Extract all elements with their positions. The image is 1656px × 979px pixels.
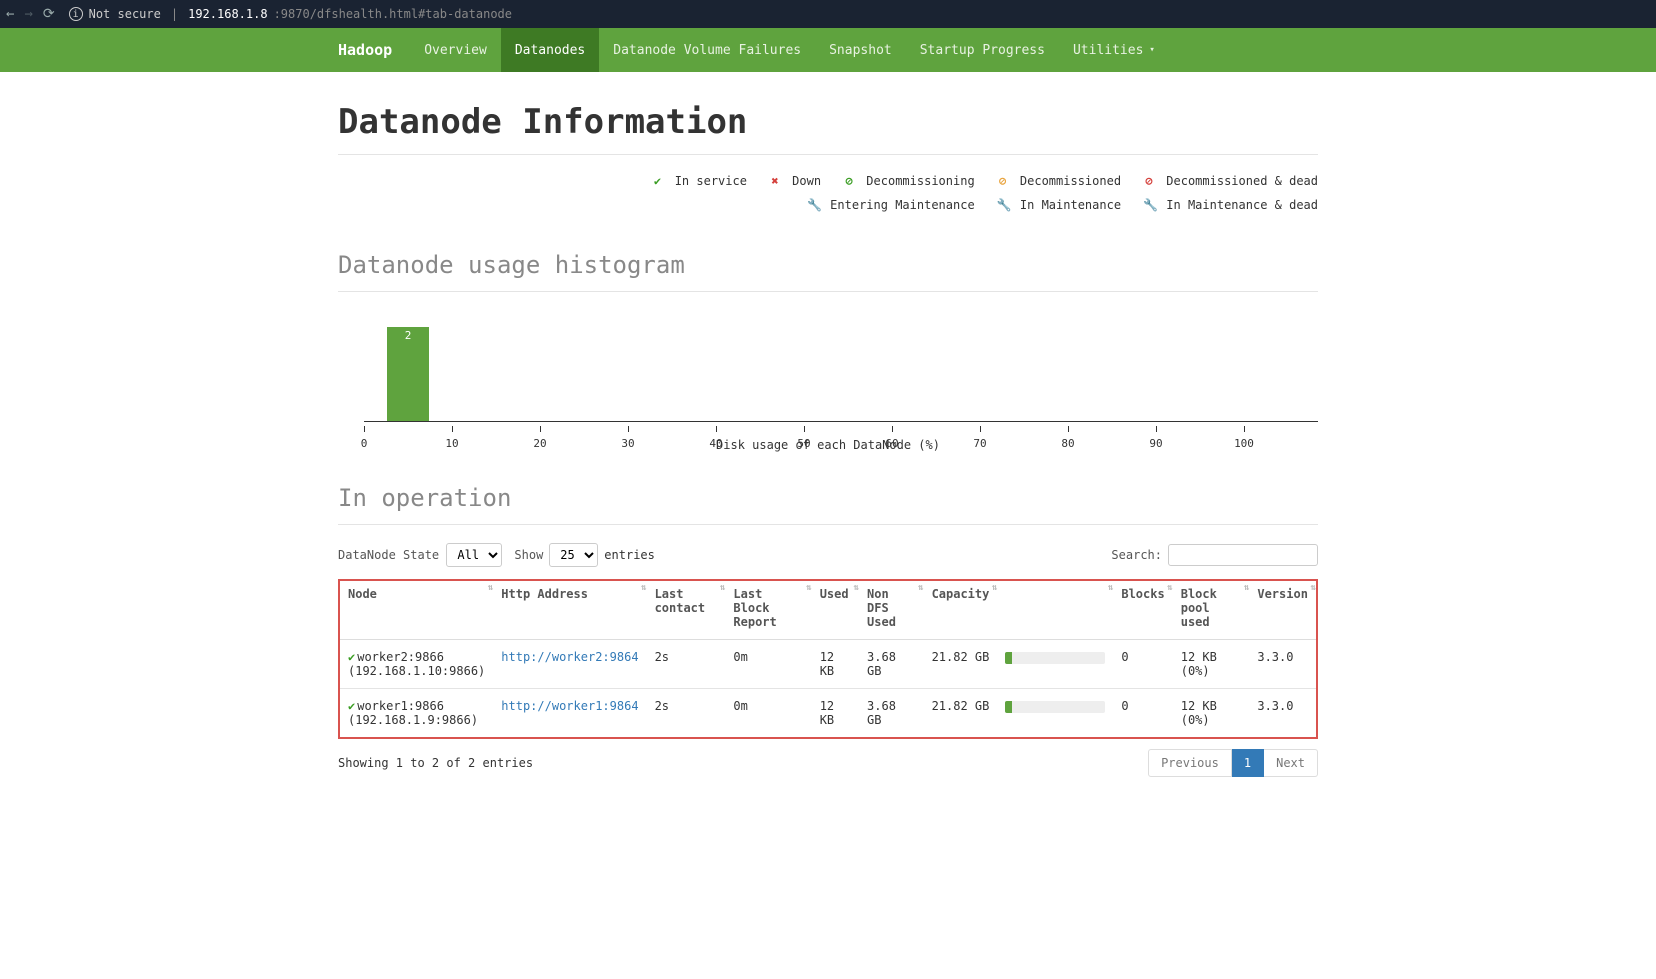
nav-datanodes[interactable]: Datanodes — [501, 28, 599, 72]
capacity-bar — [1005, 701, 1105, 713]
page-title: Datanode Information — [338, 102, 1318, 142]
legend-entering-maintenance: 🔧 Entering Maintenance — [807, 198, 975, 212]
forward-icon[interactable]: → — [24, 6, 32, 22]
datanode-table-frame: Node⇅Http Address⇅Last contact⇅Last Bloc… — [338, 579, 1318, 739]
url-host: 192.168.1.8 — [188, 7, 267, 21]
cell-used: 12 KB — [812, 689, 859, 738]
browser-toolbar: ← → ⟳ i Not secure | 192.168.1.8:9870/df… — [0, 0, 1656, 28]
nav-icons: ← → ⟳ — [6, 6, 55, 22]
capacity-bar — [1005, 652, 1105, 664]
nav-datanode-volume-failures[interactable]: Datanode Volume Failures — [599, 28, 815, 72]
col-version[interactable]: Version⇅ — [1249, 581, 1316, 640]
state-select[interactable]: All — [446, 543, 502, 567]
next-button[interactable]: Next — [1264, 749, 1318, 777]
col-block-pool-used[interactable]: Block pool used⇅ — [1173, 581, 1250, 640]
status-legend: ✔ In service ✖ Down ⊘ Decommissioning ⊘ Dec… — [338, 169, 1318, 217]
search-input[interactable] — [1168, 544, 1318, 566]
cell-last-contact: 2s — [647, 640, 726, 689]
http-address-link[interactable]: http://worker2:9864 — [501, 650, 638, 664]
cell-node: ✔worker2:9866(192.168.1.10:9866) — [340, 640, 493, 689]
cell-capacity: 21.82 GB — [924, 689, 998, 738]
cell-version: 3.3.0 — [1249, 640, 1316, 689]
cell-pool-used: 12 KB(0%) — [1173, 689, 1250, 738]
col-node[interactable]: Node⇅ — [340, 581, 493, 640]
cell-pool-used: 12 KB(0%) — [1173, 640, 1250, 689]
legend-in-maintenance: 🔧 In Maintenance — [997, 198, 1121, 212]
table-info: Showing 1 to 2 of 2 entries — [338, 756, 533, 770]
main-nav: HadoopOverviewDatanodesDatanode Volume F… — [0, 28, 1656, 72]
previous-button[interactable]: Previous — [1148, 749, 1232, 777]
not-secure-label: Not secure — [89, 7, 161, 21]
legend-icon: 🔧 — [997, 193, 1009, 217]
col-http-address[interactable]: Http Address⇅ — [493, 581, 646, 640]
histogram-xlabel: Disk usage of each DataNode (%) — [338, 438, 1318, 452]
legend-icon: 🔧 — [1143, 193, 1155, 217]
table-controls: DataNode State All Show 25 entries Searc… — [338, 543, 1318, 567]
nav-snapshot[interactable]: Snapshot — [815, 28, 906, 72]
col-last-block-report[interactable]: Last Block Report⇅ — [725, 581, 811, 640]
col-used[interactable]: Used⇅ — [812, 581, 859, 640]
show-label: Show — [514, 548, 543, 562]
cell-capacity-bar — [997, 640, 1113, 689]
cell-http: http://worker2:9864 — [493, 640, 646, 689]
table-row: ✔worker2:9866(192.168.1.10:9866) http://w… — [340, 640, 1316, 689]
col-last-contact[interactable]: Last contact⇅ — [647, 581, 726, 640]
status-check-icon: ✔ — [348, 650, 355, 664]
cell-last-block-report: 0m — [725, 640, 811, 689]
col-blocks[interactable]: Blocks⇅ — [1113, 581, 1172, 640]
cell-blocks: 0 — [1113, 689, 1172, 738]
http-address-link[interactable]: http://worker1:9864 — [501, 699, 638, 713]
url-bar[interactable]: i Not secure | 192.168.1.8:9870/dfshealt… — [69, 7, 512, 21]
cell-node: ✔worker1:9866(192.168.1.9:9866) — [340, 689, 493, 738]
pagination: Previous 1 Next — [1148, 749, 1318, 777]
operation-heading: In operation — [338, 484, 1318, 512]
cell-capacity: 21.82 GB — [924, 640, 998, 689]
nav-overview[interactable]: Overview — [410, 28, 501, 72]
cell-non-dfs: 3.68 GB — [859, 640, 924, 689]
legend-icon: ✖ — [769, 169, 781, 193]
url-path: :9870/dfshealth.html#tab-datanode — [274, 7, 512, 21]
legend-icon: ⊘ — [1143, 169, 1155, 193]
legend-icon: ⊘ — [997, 169, 1009, 193]
legend-icon: 🔧 — [807, 193, 819, 217]
legend-decommissioning: ⊘ Decommissioning — [843, 174, 975, 188]
datanode-table: Node⇅Http Address⇅Last contact⇅Last Bloc… — [340, 581, 1316, 737]
cell-last-block-report: 0m — [725, 689, 811, 738]
entries-label: entries — [604, 548, 655, 562]
cell-version: 3.3.0 — [1249, 689, 1316, 738]
nav-startup-progress[interactable]: Startup Progress — [906, 28, 1059, 72]
legend-decommissioned: ⊘ Decommissioned — [997, 174, 1121, 188]
legend-in-service: ✔ In service — [651, 174, 746, 188]
search-label: Search: — [1111, 548, 1162, 562]
nav-utilities[interactable]: Utilities▾ — [1059, 28, 1169, 72]
cell-capacity-bar — [997, 689, 1113, 738]
col-non-dfs-used[interactable]: Non DFS Used⇅ — [859, 581, 924, 640]
cell-http: http://worker1:9864 — [493, 689, 646, 738]
reload-icon[interactable]: ⟳ — [43, 6, 55, 22]
hist-bar-0-10: 2 — [387, 327, 429, 422]
col-capacity[interactable]: Capacity⇅ — [924, 581, 998, 640]
page-1-button[interactable]: 1 — [1232, 749, 1264, 777]
cell-last-contact: 2s — [647, 689, 726, 738]
table-row: ✔worker1:9866(192.168.1.9:9866) http://wo… — [340, 689, 1316, 738]
legend-decommissioned-dead: ⊘ Decommissioned & dead — [1143, 174, 1318, 188]
brand-link[interactable]: Hadoop — [338, 28, 410, 72]
legend-down: ✖ Down — [769, 174, 821, 188]
cell-used: 12 KB — [812, 640, 859, 689]
back-icon[interactable]: ← — [6, 6, 14, 22]
col-capacity-bar[interactable]: ⇅ — [997, 581, 1113, 640]
legend-icon: ✔ — [651, 169, 663, 193]
show-select[interactable]: 25 — [549, 543, 598, 567]
cell-blocks: 0 — [1113, 640, 1172, 689]
usage-histogram: 2 0102030405060708090100 Disk usage of e… — [338, 310, 1318, 450]
legend-icon: ⊘ — [843, 169, 855, 193]
legend-in-maintenance-dead: 🔧 In Maintenance & dead — [1143, 198, 1318, 212]
histogram-heading: Datanode usage histogram — [338, 251, 1318, 279]
status-check-icon: ✔ — [348, 699, 355, 713]
cell-non-dfs: 3.68 GB — [859, 689, 924, 738]
info-icon[interactable]: i — [69, 7, 83, 21]
state-label: DataNode State — [338, 548, 439, 562]
